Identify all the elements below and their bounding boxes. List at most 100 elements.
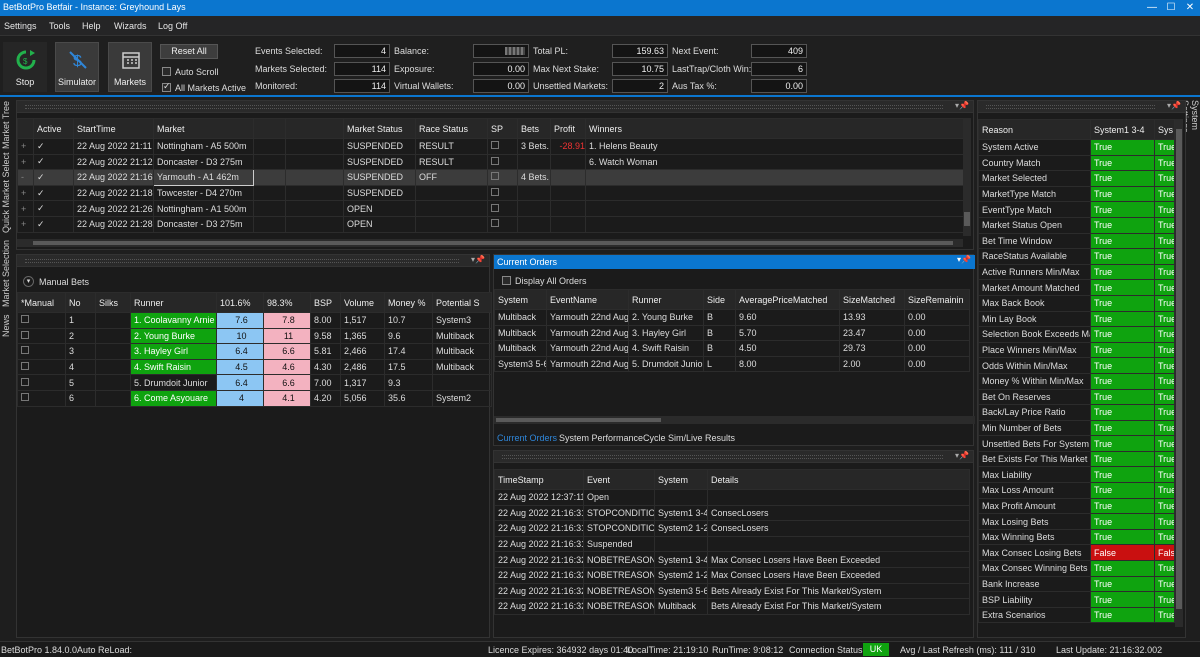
orders-hscroll[interactable]: [494, 416, 975, 424]
simulator-button[interactable]: $ Simulator: [55, 42, 99, 92]
reason-row[interactable]: BSP Liability True True: [978, 591, 1175, 608]
table-row[interactable]: System3 5-6 Yarmouth 22nd Aug 5. Drumdoit …: [494, 355, 970, 373]
table-row[interactable]: Multiback Yarmouth 22nd Aug 4. Swift Raisi…: [494, 340, 970, 357]
reason-row[interactable]: Max Winning Bets True True: [978, 528, 1175, 546]
all-markets-active-checkbox[interactable]: [162, 81, 171, 92]
table-row[interactable]: 5 5. Drumdoit Junior 6.4 6.6 7.00 1,317 9.3: [17, 374, 492, 391]
table-row[interactable]: 22 Aug 2022 21:16:31 Suspended: [494, 535, 970, 553]
reason-row[interactable]: Back/Lay Price Ratio True True: [978, 404, 1175, 421]
back-price[interactable]: 7.6: [216, 312, 264, 329]
reason-row[interactable]: Max Losing Bets True True: [978, 513, 1175, 530]
reason-row[interactable]: RaceStatus Available True True: [978, 248, 1175, 265]
reason-row[interactable]: EventType Match True True: [978, 201, 1175, 218]
reason-row[interactable]: Odds Within Min/Max True True: [978, 357, 1175, 374]
reset-all-button[interactable]: Reset All: [160, 44, 218, 59]
display-all-orders-checkbox[interactable]: [502, 276, 511, 285]
table-row[interactable]: 22 Aug 2022 21:16:32NOBETREASONSSystem3 …: [494, 582, 970, 600]
lay-price[interactable]: 6.6: [263, 374, 311, 391]
reason-row[interactable]: Max Consec Winning Bets True True: [978, 560, 1175, 577]
minimize-button[interactable]: —: [1143, 0, 1161, 16]
back-price[interactable]: 6.4: [216, 374, 264, 391]
side-tab-market-tree[interactable]: Market Tree: [1, 100, 13, 150]
reason-row[interactable]: Market Selected True True: [978, 170, 1175, 187]
menu-settings[interactable]: Settings: [4, 21, 37, 31]
back-price[interactable]: 4: [216, 389, 264, 407]
side-tab-quick-market-select[interactable]: Quick Market Select: [1, 152, 13, 234]
reason-row[interactable]: Max Liability True True: [978, 466, 1175, 484]
stop-button[interactable]: $ Stop: [3, 42, 47, 92]
table-row[interactable]: Multiback Yarmouth 22nd Aug 3. Hayley Girl…: [494, 324, 970, 342]
back-price[interactable]: 10: [216, 327, 264, 345]
tab-system-performance[interactable]: System Performance: [559, 433, 643, 443]
menu-log-off[interactable]: Log Off: [158, 21, 187, 31]
manual-checkbox[interactable]: [21, 330, 29, 339]
manual-checkbox[interactable]: [21, 362, 29, 371]
reason-row[interactable]: Extra Scenarios True True: [978, 606, 1175, 624]
table-row[interactable]: 22 Aug 2022 21:16:32NOBETREASONSMultibac…: [494, 598, 970, 615]
markets-hscroll[interactable]: [17, 239, 963, 247]
reason-row[interactable]: Bank Increase True True: [978, 575, 1175, 593]
reason-row[interactable]: Money % Within Min/Max True True: [978, 372, 1175, 390]
reason-row[interactable]: Place Winners Min/Max True True: [978, 341, 1175, 359]
reason-row[interactable]: Market Status Open True True: [978, 216, 1175, 234]
table-row[interactable]: 22 Aug 2022 12:37:11 Open: [494, 489, 970, 506]
manual-checkbox[interactable]: [21, 377, 29, 386]
back-price[interactable]: 6.4: [216, 343, 264, 360]
pin-icon[interactable]: 📌: [959, 101, 969, 110]
tab-cycle-sim-live[interactable]: Cycle Sim/Live: [643, 433, 703, 443]
back-price[interactable]: 4.5: [216, 358, 264, 376]
close-button[interactable]: ✕: [1181, 0, 1199, 16]
table-row[interactable]: - ✓ 22 Aug 2022 21:16 Yarmouth - A1 462m SUS…: [17, 169, 964, 186]
markets-button[interactable]: Markets: [108, 42, 152, 92]
lay-price[interactable]: 4.6: [263, 358, 311, 376]
reason-row[interactable]: Bet Time Window True True: [978, 232, 1175, 250]
table-row[interactable]: + ✓ 22 Aug 2022 21:26 Nottingham - A1 500m O…: [17, 200, 964, 217]
reason-row[interactable]: Max Profit Amount True True: [978, 497, 1175, 515]
maximize-button[interactable]: ☐: [1162, 0, 1180, 16]
tab-results[interactable]: Results: [705, 433, 735, 443]
menu-tools[interactable]: Tools: [49, 21, 70, 31]
reason-row[interactable]: Max Consec Losing Bets False Fals: [978, 544, 1175, 562]
reason-row[interactable]: Max Loss Amount True True: [978, 482, 1175, 499]
table-row[interactable]: 4 4. Swift Raisin 4.5 4.6 4.30 2,486 17.5 Multi…: [17, 358, 492, 376]
table-row[interactable]: 1 1. Coolavanny Arnie 7.6 7.8 8.00 1,517 10.7 S…: [17, 312, 492, 329]
reason-row[interactable]: Bet On Reserves True True: [978, 388, 1175, 406]
pin-icon[interactable]: 📌: [961, 255, 971, 264]
table-row[interactable]: + ✓ 22 Aug 2022 21:18 Towcester - D4 270m SU…: [17, 184, 964, 202]
lay-price[interactable]: 6.6: [263, 343, 311, 360]
reason-row[interactable]: Bet Exists For This Market True True: [978, 450, 1175, 468]
table-row[interactable]: 22 Aug 2022 21:16:31 STOPCONDITION System2…: [494, 520, 970, 537]
reason-row[interactable]: Active Runners Min/Max True True: [978, 263, 1175, 281]
reason-row[interactable]: Min Lay Book True True: [978, 310, 1175, 328]
auto-scroll-checkbox[interactable]: [162, 67, 171, 76]
lay-price[interactable]: 11: [263, 327, 311, 345]
side-tab-system-settings[interactable]: System Settings: [1180, 100, 1200, 162]
lay-price[interactable]: 7.8: [263, 312, 311, 329]
chevron-down-icon[interactable]: ▾: [23, 276, 34, 287]
table-row[interactable]: + ✓ 22 Aug 2022 21:28 Doncaster - D3 275m OP…: [17, 215, 964, 233]
table-row[interactable]: 3 3. Hayley Girl 6.4 6.6 5.81 2,466 17.4 Multib…: [17, 343, 492, 360]
reason-row[interactable]: MarketType Match True True: [978, 185, 1175, 203]
pin-icon[interactable]: 📌: [959, 451, 969, 460]
reason-row[interactable]: Market Amount Matched True True: [978, 279, 1175, 296]
table-row[interactable]: 22 Aug 2022 21:16:32NOBETREASONSSystem1 …: [494, 551, 970, 568]
manual-checkbox[interactable]: [21, 315, 29, 324]
manual-checkbox[interactable]: [21, 346, 29, 355]
side-tab-market-selection[interactable]: Market Selection: [1, 238, 13, 308]
tab-current-orders[interactable]: Current Orders: [497, 433, 557, 443]
reason-row[interactable]: System Active True True: [978, 139, 1175, 156]
reason-row[interactable]: Country Match True True: [978, 154, 1175, 172]
table-row[interactable]: + ✓ 22 Aug 2022 21:11 Nottingham - A5 500m S…: [17, 138, 964, 155]
reason-row[interactable]: Selection Book Exceeds Max True True: [978, 326, 1175, 343]
table-row[interactable]: Multiback Yarmouth 22nd Aug 2. Young Burke…: [494, 309, 970, 326]
table-row[interactable]: 6 6. Come Asyouare 4 4.1 4.20 5,056 35.6 System…: [17, 389, 492, 407]
reason-row[interactable]: Max Back Book True True: [978, 294, 1175, 312]
menu-wizards[interactable]: Wizards: [114, 21, 147, 31]
manual-checkbox[interactable]: [21, 393, 29, 402]
reason-row[interactable]: Unsettled Bets For System True True: [978, 435, 1175, 452]
table-row[interactable]: 2 2. Young Burke 10 11 9.58 1,365 9.6 Multiback: [17, 327, 492, 345]
pin-icon[interactable]: 📌: [475, 255, 485, 264]
table-row[interactable]: + ✓ 22 Aug 2022 21:12 Doncaster - D3 275m SU…: [17, 153, 964, 171]
reasons-vscroll[interactable]: [1175, 119, 1183, 627]
pin-icon[interactable]: 📌: [1171, 101, 1181, 110]
